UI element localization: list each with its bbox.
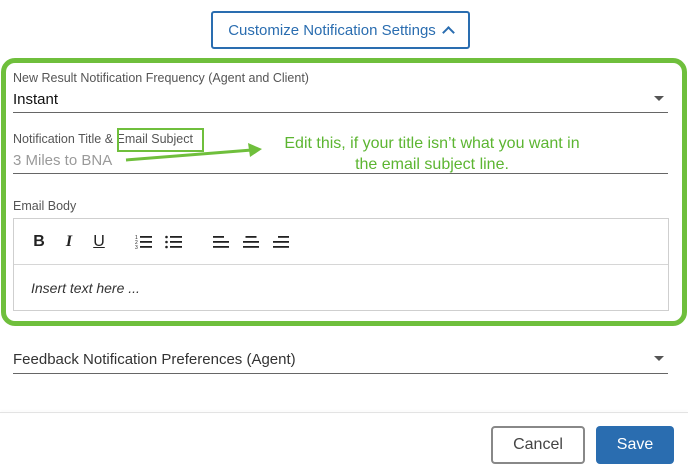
- email-body-editor[interactable]: B I U 1 2 3 Insert text here ...: [13, 218, 669, 311]
- annotation-line-2: the email subject line.: [355, 156, 509, 173]
- underline-button[interactable]: U: [89, 232, 109, 252]
- align-center-icon[interactable]: [241, 232, 261, 252]
- feedback-preferences-select[interactable]: Feedback Notification Preferences (Agent…: [13, 351, 296, 368]
- chevron-up-icon: [441, 26, 455, 39]
- frequency-underline: [13, 112, 668, 113]
- svg-text:3: 3: [135, 245, 138, 250]
- bold-button[interactable]: B: [29, 232, 49, 252]
- feedback-dropdown-caret-icon[interactable]: [654, 356, 664, 361]
- frequency-dropdown-caret-icon[interactable]: [654, 96, 664, 101]
- align-right-icon[interactable]: [271, 232, 291, 252]
- italic-button[interactable]: I: [59, 232, 79, 252]
- email-body-input[interactable]: Insert text here ...: [31, 280, 140, 296]
- align-left-icon[interactable]: [211, 232, 231, 252]
- unordered-list-icon[interactable]: [164, 232, 184, 252]
- save-button[interactable]: Save: [596, 426, 674, 464]
- cancel-button[interactable]: Cancel: [491, 426, 585, 464]
- feedback-underline: [13, 373, 668, 374]
- customize-notification-settings-button[interactable]: Customize Notification Settings: [211, 11, 470, 49]
- customize-button-label: Customize Notification Settings: [228, 21, 436, 39]
- email-subject-highlight-box: [117, 128, 204, 152]
- annotation-text: Edit this, if your title isn’t what you …: [262, 133, 602, 175]
- email-body-label: Email Body: [13, 199, 77, 213]
- notification-title-label-prefix: Notification Title &: [13, 132, 117, 146]
- footer-divider: [0, 412, 688, 413]
- ordered-list-icon[interactable]: 1 2 3: [134, 232, 154, 252]
- frequency-label: New Result Notification Frequency (Agent…: [13, 71, 309, 85]
- frequency-select-value[interactable]: Instant: [13, 91, 58, 108]
- notification-title-input[interactable]: 3 Miles to BNA: [13, 152, 112, 169]
- annotation-line-1: Edit this, if your title isn’t what you …: [284, 135, 580, 152]
- editor-toolbar: B I U 1 2 3: [14, 219, 668, 265]
